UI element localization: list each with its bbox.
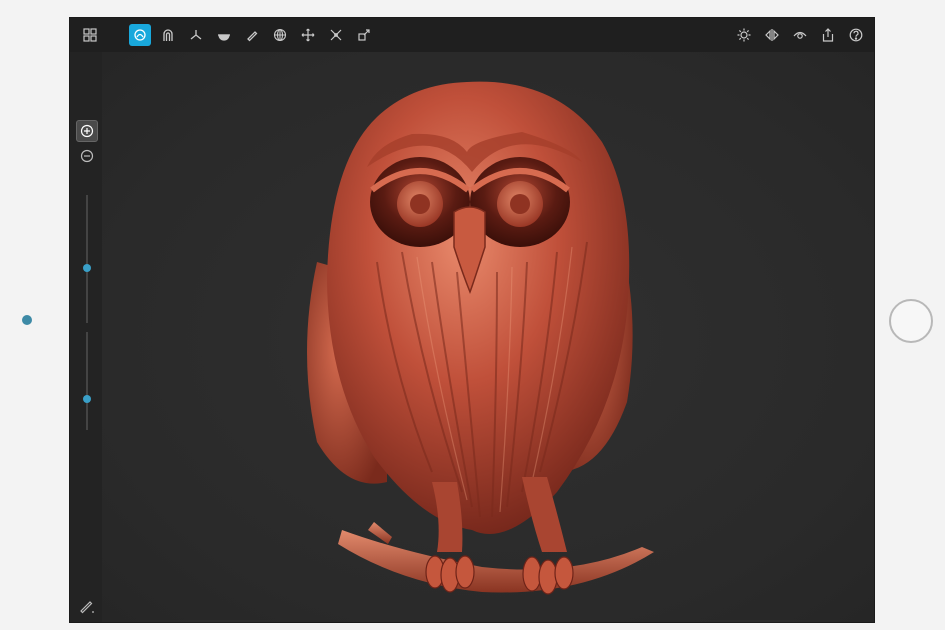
view-icon[interactable]: [789, 24, 811, 46]
radius-slider[interactable]: [83, 195, 91, 323]
owl-sculpt-model: [307, 81, 654, 595]
left-sidebar: [70, 52, 102, 622]
3d-viewport[interactable]: [102, 52, 874, 622]
help-icon[interactable]: [845, 24, 867, 46]
move-icon[interactable]: [297, 24, 319, 46]
radius-slider-knob[interactable]: [83, 264, 91, 272]
intensity-slider-knob[interactable]: [83, 395, 91, 403]
zoom-in-icon[interactable]: [76, 120, 98, 142]
hemisphere-icon[interactable]: [213, 24, 235, 46]
settings-icon[interactable]: [733, 24, 755, 46]
transform-icon[interactable]: [353, 24, 375, 46]
symmetry-icon[interactable]: [761, 24, 783, 46]
grid-icon[interactable]: [79, 24, 101, 46]
app-screen: [69, 17, 875, 623]
tablet-camera-dot: [22, 315, 32, 325]
right-pupil: [510, 194, 530, 214]
sphere-grid-icon[interactable]: [269, 24, 291, 46]
left-pupil: [410, 194, 430, 214]
share-icon[interactable]: [817, 24, 839, 46]
intensity-slider[interactable]: [83, 332, 91, 430]
sculpt-brush-icon[interactable]: [129, 24, 151, 46]
magnet-icon[interactable]: [157, 24, 179, 46]
crease-icon[interactable]: [325, 24, 347, 46]
stroke-icon[interactable]: [79, 598, 95, 614]
zoom-out-icon[interactable]: [76, 145, 98, 167]
pencil-tool-icon[interactable]: [241, 24, 263, 46]
home-button[interactable]: [889, 299, 933, 343]
top-toolbar: [70, 18, 874, 52]
axis-icon[interactable]: [185, 24, 207, 46]
